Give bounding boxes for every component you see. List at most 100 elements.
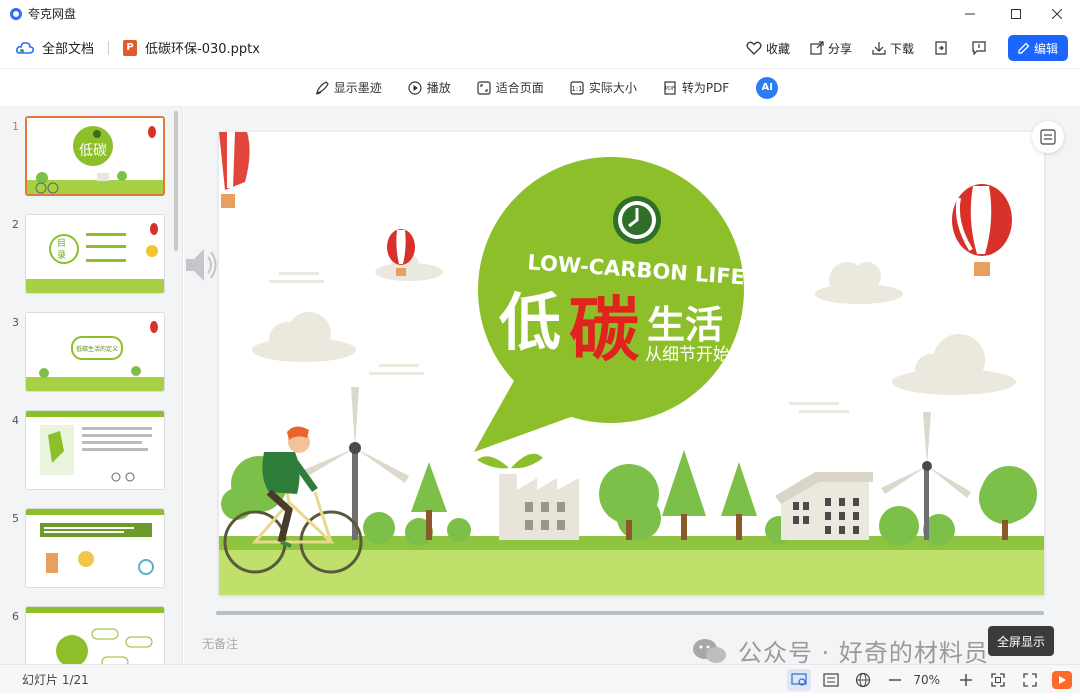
edit-button[interactable]: 编辑 [1007, 35, 1068, 61]
fit-window-icon [991, 672, 1005, 687]
ai-label: AI [761, 82, 773, 93]
normal-view-button[interactable] [787, 668, 812, 691]
favorite-label: 收藏 [765, 41, 790, 56]
cloud-drive-icon [16, 41, 34, 55]
zoom-in-button[interactable] [954, 669, 978, 691]
thumbnail-row[interactable]: 6 [0, 606, 175, 664]
slide-thumbnail[interactable]: 目 录 [25, 214, 165, 294]
minimize-icon[interactable] [947, 0, 993, 27]
speaker-icon [184, 245, 218, 288]
slide-thumbnail[interactable] [25, 606, 165, 664]
fullscreen-button[interactable] [1018, 669, 1042, 691]
globe-icon [856, 672, 871, 687]
thumbnail-row[interactable]: 2 目 录 [0, 214, 175, 298]
headline-char34: 生活 [647, 303, 723, 347]
close-icon[interactable] [1034, 0, 1080, 27]
download-label: 下载 [889, 41, 914, 56]
show-ink-label: 显示墨迹 [333, 81, 382, 95]
play-label: 播放 [426, 81, 451, 95]
thumbnail-number: 6 [12, 610, 19, 623]
thumb-toc-text-2: 录 [57, 250, 66, 261]
document-actions: 收藏 分享 下载 编辑 [726, 27, 1068, 69]
thumbnail-number: 4 [12, 414, 19, 427]
horizontal-scrollbar[interactable] [216, 611, 1044, 615]
slide-thumbnail[interactable]: 低碳 [25, 116, 165, 196]
reading-view-button[interactable] [819, 669, 843, 691]
thumb-toc-text-1: 目 [57, 238, 66, 249]
normal-view-icon [791, 672, 807, 686]
headline-subtitle: 从细节开始 [645, 345, 730, 365]
favorite-button[interactable]: 收藏 [746, 40, 790, 57]
all-documents-link[interactable]: 全部文档 [42, 38, 94, 57]
slide-thumbnail[interactable]: 低碳生活的定义 [25, 312, 165, 392]
slide-viewer: LOW-CARBON LIFE 低 碳 生活 从细节开始 无备注 [184, 107, 1080, 664]
heart-icon [746, 41, 762, 55]
zoom-out-button[interactable] [883, 669, 907, 691]
app-logo-icon [10, 7, 22, 20]
fit-page-label: 适合页面 [495, 81, 544, 95]
wechat-icon [693, 638, 726, 663]
slide-thumbnail[interactable] [25, 508, 165, 588]
slide-thumbnail[interactable] [25, 410, 165, 490]
play-circle-icon [408, 80, 422, 95]
download-icon [872, 42, 886, 55]
pencil-icon [1018, 42, 1030, 54]
app-title: 夸克网盘 [28, 7, 77, 21]
maximize-icon[interactable] [993, 0, 1039, 27]
zoom-level: 70% [913, 672, 940, 687]
convert-pdf-label: 转为PDF [681, 81, 730, 95]
show-ink-button[interactable]: 显示墨迹 [315, 79, 382, 96]
notes-panel-icon [1040, 129, 1056, 145]
plus-icon [960, 673, 972, 686]
thumbnail-number: 1 [12, 120, 19, 133]
ink-pen-icon [315, 80, 329, 94]
slide-canvas[interactable]: LOW-CARBON LIFE 低 碳 生活 从细节开始 [219, 132, 1044, 595]
thumbnail-row[interactable]: 1 低碳 [0, 116, 175, 200]
ground [219, 548, 1044, 595]
notes-text: 无备注 [202, 637, 239, 651]
thumbnail-row[interactable]: 5 [0, 508, 175, 592]
actual-size-label: 实际大小 [588, 81, 637, 95]
fullscreen-icon [1023, 672, 1037, 687]
slide-counter: 幻灯片 1/21 [22, 672, 89, 687]
convert-pdf-button[interactable]: PDF 转为PDF [663, 79, 729, 96]
thumbnail-row[interactable]: 3 低碳生活的定义 [0, 312, 175, 396]
thumbnail-number: 3 [12, 316, 19, 329]
play-icon [1059, 675, 1066, 684]
fullscreen-tooltip: 全屏显示 [988, 626, 1054, 656]
comment-icon [972, 41, 986, 55]
title-bar: 夸克网盘 [0, 0, 1080, 27]
status-bar: 幻灯片 1/21 70% [0, 664, 1080, 693]
pdf-icon: PDF [664, 80, 676, 95]
watermark: 公众号 · 好奇的材料员 [692, 633, 989, 668]
view-toolbar: 显示墨迹 播放 适合页面 1:1 实际大小 PDF 转为PDF AI [0, 69, 1080, 107]
fit-page-button[interactable]: 适合页面 [477, 79, 544, 96]
slide-notes-toggle[interactable] [1032, 121, 1064, 153]
ai-assistant-button[interactable]: AI [756, 76, 779, 99]
actual-size-button[interactable]: 1:1 实际大小 [570, 79, 637, 96]
fit-page-icon [477, 80, 491, 95]
export-button[interactable] [934, 41, 952, 55]
slideshow-play-button[interactable] [1052, 670, 1072, 689]
share-button[interactable]: 分享 [810, 40, 852, 57]
fit-window-button[interactable] [986, 669, 1010, 691]
share-label: 分享 [827, 41, 852, 56]
headline-char1: 低 [499, 286, 561, 359]
status-tools: 70% [779, 665, 1072, 693]
svg-text:1:1: 1:1 [571, 85, 582, 93]
headline-char2: 碳 [569, 289, 640, 371]
thumbnail-row[interactable]: 4 [0, 410, 175, 494]
comment-button[interactable] [972, 41, 990, 55]
download-button[interactable]: 下载 [872, 40, 914, 57]
thumbnail-number: 5 [12, 512, 19, 525]
watermark-text: 公众号 · 好奇的材料员 [738, 639, 989, 667]
actual-size-icon: 1:1 [570, 80, 584, 95]
pptx-file-icon: P [123, 39, 138, 56]
play-button[interactable]: 播放 [408, 79, 451, 96]
web-view-button[interactable] [851, 669, 875, 691]
reading-view-icon [823, 672, 839, 687]
document-header: 全部文档 P 低碳环保-030.pptx 收藏 分享 下载 编辑 [0, 27, 1080, 69]
document-name: 低碳环保-030.pptx [145, 42, 260, 57]
minus-icon [889, 678, 902, 681]
share-icon [810, 41, 824, 55]
